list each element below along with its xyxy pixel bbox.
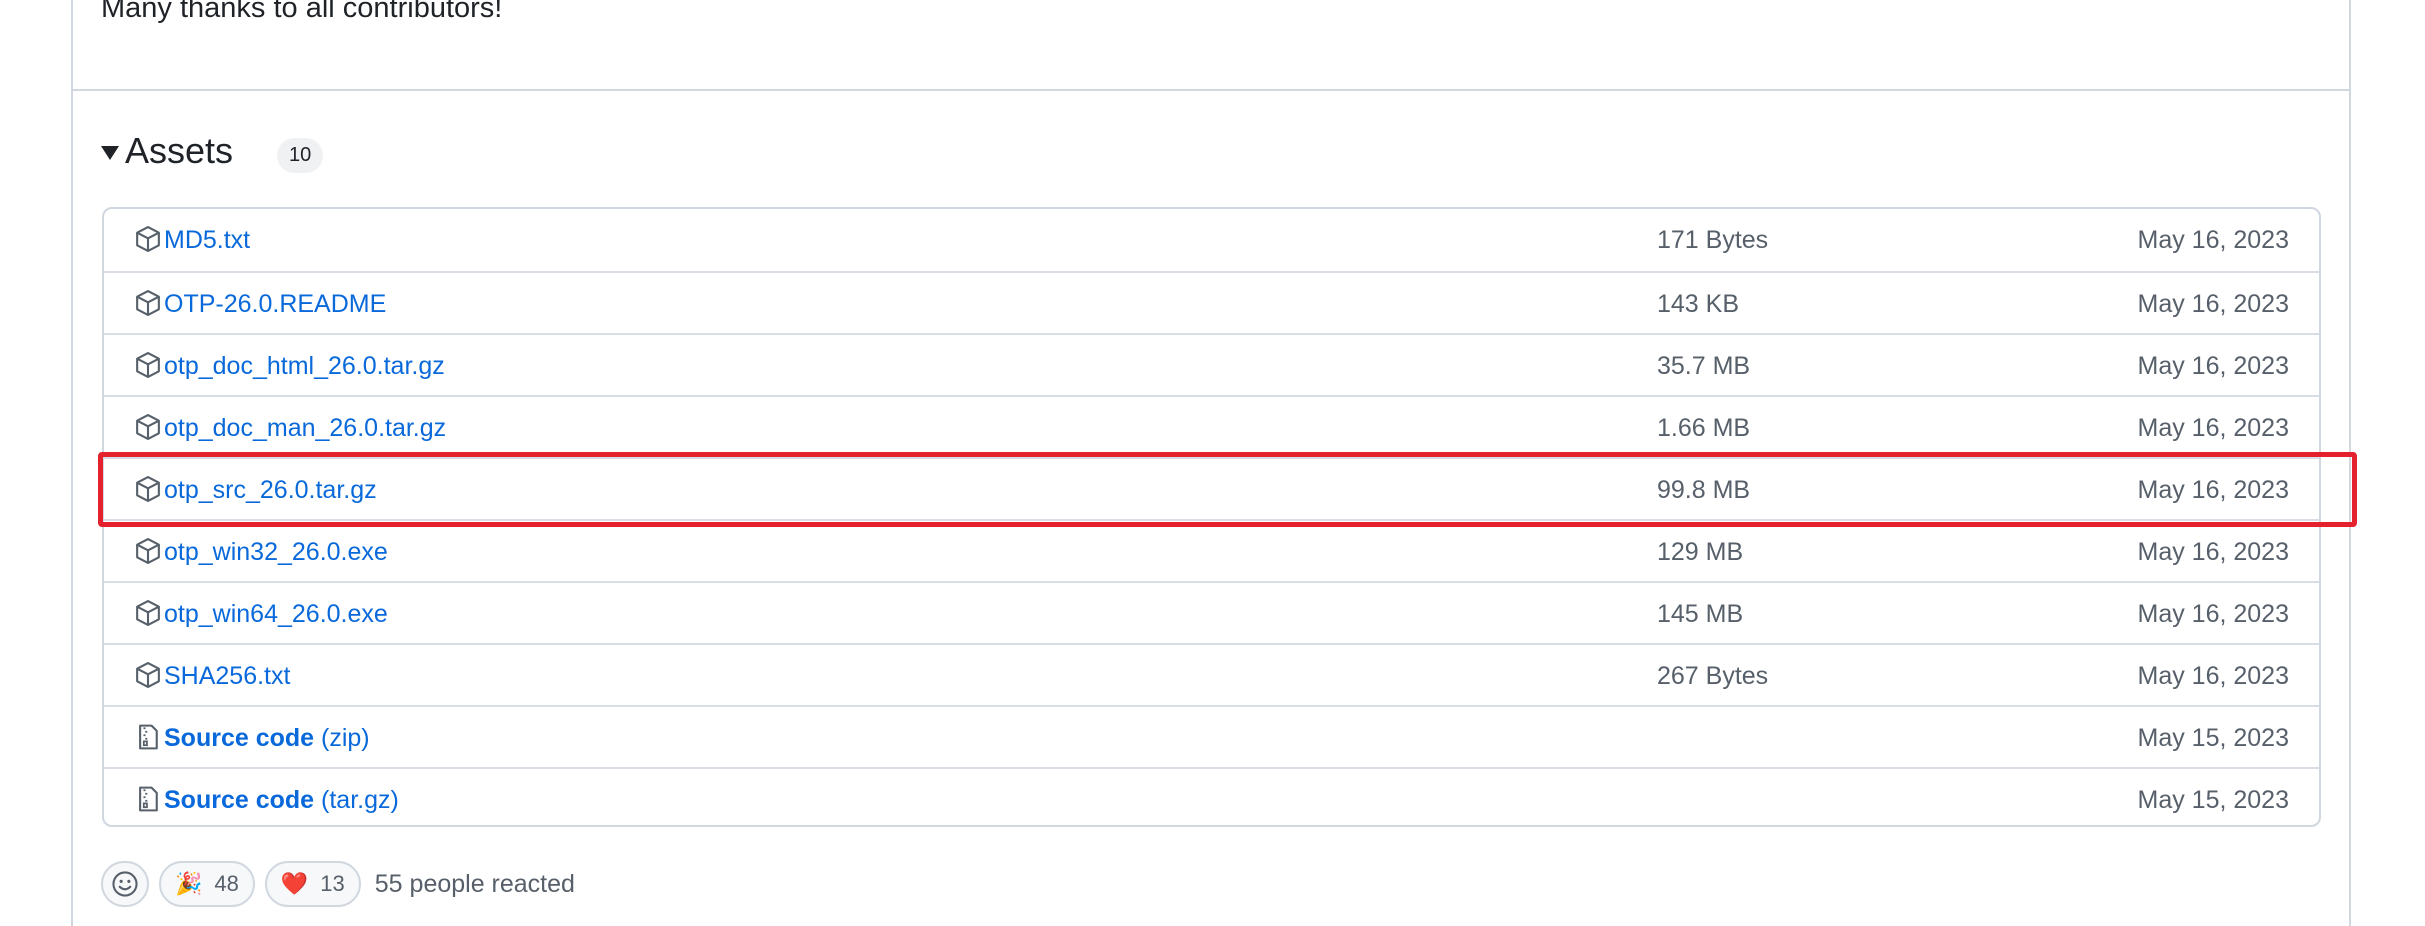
asset-row: otp_doc_html_26.0.tar.gz 35.7 MB May 16, 2… bbox=[104, 333, 2319, 395]
file-zip-icon bbox=[134, 722, 162, 752]
package-icon bbox=[134, 412, 162, 442]
asset-download-link[interactable]: otp_doc_html_26.0.tar.gz bbox=[164, 335, 445, 397]
hooray-count: 48 bbox=[214, 871, 239, 896]
asset-download-link[interactable]: SHA256.txt bbox=[164, 645, 290, 707]
reactions-summary[interactable]: 55 people reacted bbox=[375, 870, 575, 899]
asset-date: May 16, 2023 bbox=[2137, 414, 2290, 442]
heart-reaction-button[interactable]: ❤️ 13 bbox=[264, 861, 361, 907]
asset-size: 145 MB bbox=[1657, 600, 1744, 628]
asset-download-link[interactable]: MD5.txt bbox=[164, 209, 250, 271]
asset-row: otp_win64_26.0.exe 145 MB May 16, 2023 bbox=[104, 581, 2319, 643]
asset-row: OTP-26.0.README 143 KB May 16, 2023 bbox=[104, 271, 2319, 333]
asset-size: 171 Bytes bbox=[1657, 226, 1769, 254]
asset-name: otp_doc_html_26.0.tar.gz bbox=[164, 352, 445, 380]
package-icon bbox=[134, 536, 162, 566]
section-divider bbox=[71, 89, 2351, 91]
release-notes-text: Many thanks to all contributors! bbox=[101, 0, 503, 24]
asset-row: SHA256.txt 267 Bytes May 16, 2023 bbox=[104, 643, 2319, 705]
asset-size: 143 KB bbox=[1657, 290, 1740, 318]
assets-toggle[interactable]: Assets 10 bbox=[101, 125, 324, 177]
reactions-bar: 🎉 48 ❤️ 13 55 people reacted bbox=[101, 859, 575, 909]
asset-row: MD5.txt 171 Bytes May 16, 2023 bbox=[104, 209, 2319, 271]
asset-row: Source code (tar.gz) May 15, 2023 bbox=[104, 767, 2319, 825]
asset-name: otp_doc_man_26.0.tar.gz bbox=[164, 414, 447, 442]
asset-date: May 16, 2023 bbox=[2137, 352, 2290, 380]
asset-format: (tar.gz) bbox=[321, 786, 399, 814]
asset-name: Source code bbox=[164, 724, 315, 752]
add-reaction-button[interactable] bbox=[101, 861, 149, 907]
heart-count: 13 bbox=[320, 871, 345, 896]
asset-download-link[interactable]: otp_win64_26.0.exe bbox=[164, 583, 388, 645]
asset-size: 1.66 MB bbox=[1657, 414, 1751, 442]
asset-download-link[interactable]: otp_win32_26.0.exe bbox=[164, 521, 388, 583]
asset-size: 129 MB bbox=[1657, 538, 1744, 566]
package-icon bbox=[134, 660, 162, 690]
asset-name: Source code bbox=[164, 786, 315, 814]
file-zip-icon bbox=[134, 784, 162, 814]
asset-date: May 16, 2023 bbox=[2137, 290, 2290, 318]
asset-row: otp_doc_man_26.0.tar.gz 1.66 MB May 16, 20… bbox=[104, 395, 2319, 457]
asset-size: 267 Bytes bbox=[1657, 662, 1769, 690]
asset-download-link[interactable]: OTP-26.0.README bbox=[164, 273, 386, 335]
party-popper-icon: 🎉 bbox=[175, 871, 203, 896]
asset-download-link[interactable]: otp_doc_man_26.0.tar.gz bbox=[164, 397, 446, 459]
asset-name: SHA256.txt bbox=[164, 662, 291, 690]
asset-name: MD5.txt bbox=[164, 226, 251, 254]
asset-name: otp_win64_26.0.exe bbox=[164, 600, 388, 628]
caret-down-icon bbox=[101, 146, 119, 160]
heart-icon: ❤️ bbox=[280, 871, 309, 896]
asset-download-link[interactable]: Source code (tar.gz) bbox=[164, 769, 399, 825]
assets-title: Assets bbox=[125, 130, 234, 171]
smiley-icon bbox=[112, 871, 138, 897]
hooray-reaction-button[interactable]: 🎉 48 bbox=[159, 861, 255, 907]
asset-date: May 16, 2023 bbox=[2137, 538, 2290, 566]
asset-date: May 16, 2023 bbox=[2137, 662, 2290, 690]
asset-size: 35.7 MB bbox=[1657, 352, 1751, 380]
package-icon bbox=[134, 224, 162, 254]
asset-row: Source code (zip) May 15, 2023 bbox=[104, 705, 2319, 767]
asset-date: May 15, 2023 bbox=[2137, 724, 2290, 752]
asset-date: May 16, 2023 bbox=[2137, 226, 2290, 254]
asset-format: (zip) bbox=[321, 724, 370, 752]
package-icon bbox=[134, 288, 162, 318]
asset-date: May 15, 2023 bbox=[2137, 786, 2290, 814]
asset-name: otp_win32_26.0.exe bbox=[164, 538, 388, 566]
asset-row: otp_win32_26.0.exe 129 MB May 16, 2023 bbox=[104, 519, 2319, 581]
asset-download-link[interactable]: Source code (zip) bbox=[164, 707, 370, 769]
package-icon bbox=[134, 350, 162, 380]
highlight-annotation bbox=[98, 452, 2357, 527]
asset-name: OTP-26.0.README bbox=[164, 290, 387, 318]
package-icon bbox=[134, 598, 162, 628]
asset-date: May 16, 2023 bbox=[2137, 600, 2290, 628]
assets-count-badge: 10 bbox=[277, 137, 324, 173]
